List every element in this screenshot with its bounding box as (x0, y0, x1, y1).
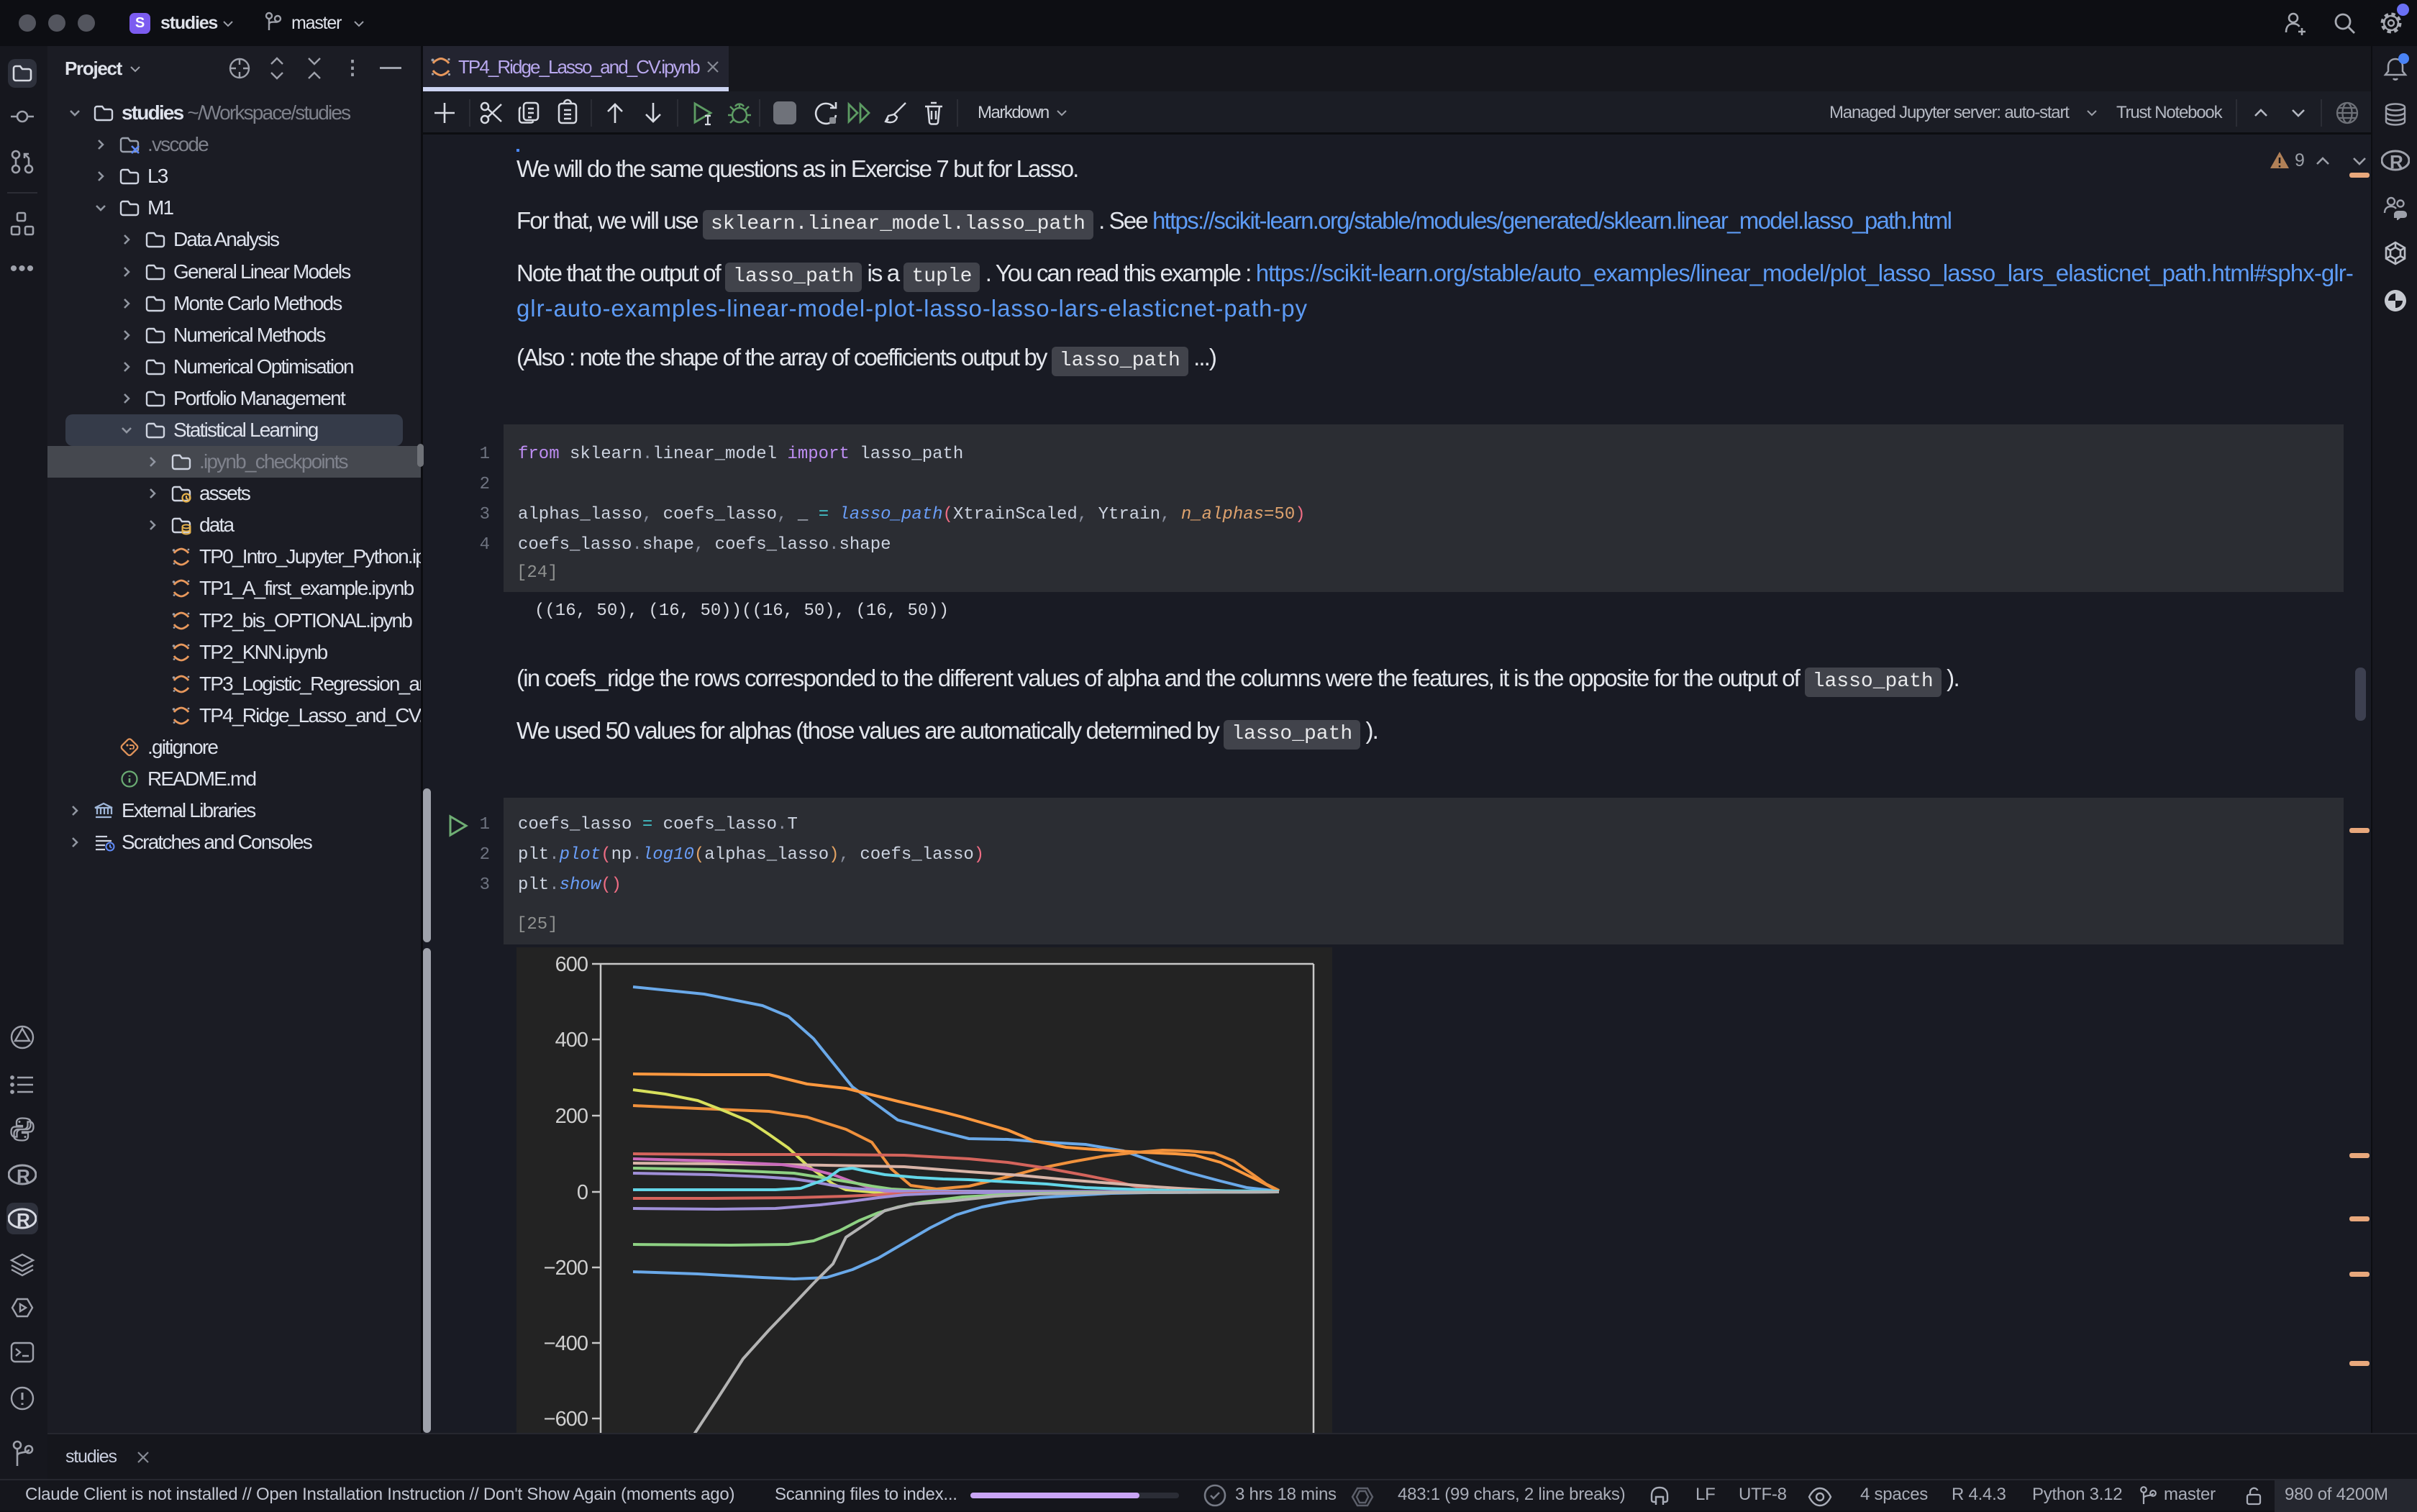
svg-text:R: R (17, 1209, 30, 1230)
svg-text:0: 0 (577, 1181, 588, 1204)
svg-text:−200: −200 (544, 1257, 588, 1280)
svg-text:−600: −600 (544, 1408, 588, 1431)
svg-text:200: 200 (555, 1105, 588, 1128)
svg-text:400: 400 (555, 1029, 588, 1052)
svg-text:600: 600 (555, 953, 588, 976)
svg-text:−400: −400 (544, 1332, 588, 1355)
svg-text:R: R (2390, 151, 2403, 172)
svg-text:R: R (17, 1165, 30, 1186)
